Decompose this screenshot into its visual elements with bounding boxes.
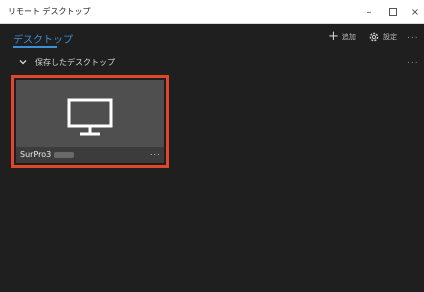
more-options-icon[interactable]: ... — [407, 31, 419, 41]
gear-icon — [369, 32, 379, 42]
section-more-icon[interactable]: ... — [407, 56, 419, 66]
plus-icon: + — [328, 29, 339, 44]
settings-button[interactable]: 設定 — [368, 30, 397, 44]
close-icon: × — [410, 6, 420, 18]
tab-desktops[interactable]: デスクトップ — [13, 31, 73, 46]
add-button[interactable]: + 追加 — [328, 30, 356, 44]
maximize-icon — [389, 8, 397, 16]
minimize-icon: – — [366, 6, 372, 18]
tile-more-icon[interactable]: ... — [150, 148, 161, 157]
monitor-icon — [67, 98, 113, 136]
tile-footer: SurPro3 ... — [16, 147, 164, 163]
window-title: リモート デスクトップ — [8, 7, 91, 16]
minimize-button[interactable]: – — [356, 0, 382, 24]
chevron-down-icon[interactable] — [18, 57, 28, 67]
desktop-tile[interactable]: SurPro3 ... — [16, 80, 164, 163]
saved-desktops-section: 保存したデスクトップ ... — [0, 52, 424, 72]
redacted-text — [54, 152, 74, 158]
title-bar[interactable]: リモート デスクトップ – × — [0, 0, 424, 24]
remote-desktop-window: リモート デスクトップ – × デスクトップ + 追加 設定 ... 保存したデ… — [0, 0, 424, 292]
header-nav: デスクトップ + 追加 設定 ... — [0, 24, 424, 50]
close-button[interactable]: × — [402, 0, 424, 24]
settings-label: 設定 — [383, 33, 397, 41]
section-title: 保存したデスクトップ — [35, 58, 115, 67]
add-label: 追加 — [341, 33, 356, 41]
tile-name: SurPro3 — [20, 150, 52, 159]
tab-underline — [13, 46, 57, 48]
